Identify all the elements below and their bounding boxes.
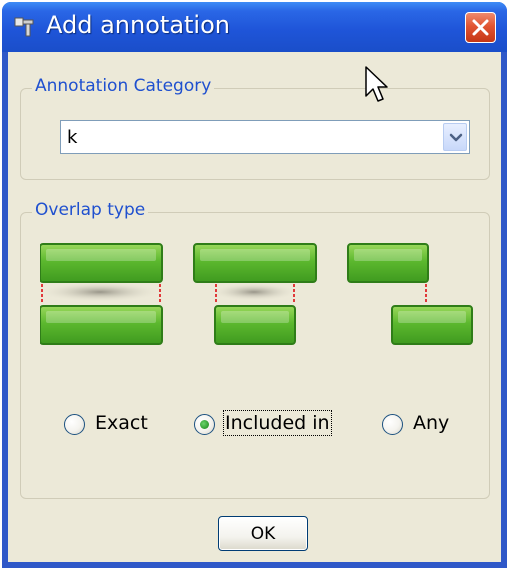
radio-label-any: Any — [413, 412, 450, 434]
included-in-overlap-illustration — [193, 243, 317, 345]
radio-circle-selected[interactable] — [194, 414, 215, 435]
dialog-title: Add annotation — [46, 11, 230, 39]
annotation-category-legend: Annotation Category — [32, 76, 215, 96]
dialog-body: Annotation Category k Overlap type Exact… — [8, 52, 501, 562]
title-bar[interactable]: Add annotation — [2, 2, 507, 52]
ok-button-label: OK — [250, 524, 276, 544]
dropdown-button[interactable] — [443, 123, 467, 151]
close-button[interactable] — [465, 12, 496, 43]
exact-overlap-illustration — [40, 243, 163, 345]
radio-label-included-in: Included in — [223, 410, 332, 436]
ok-button[interactable]: OK — [218, 516, 308, 551]
add-annotation-dialog: Add annotation Annotation Category k Ove… — [2, 2, 507, 568]
mouse-pointer-icon — [365, 66, 388, 102]
overlap-type-legend: Overlap type — [32, 200, 149, 220]
radio-exact[interactable]: Exact — [64, 412, 164, 438]
radio-label-exact: Exact — [95, 412, 148, 434]
annotation-category-select[interactable]: k — [60, 120, 470, 154]
annotation-category-value: k — [67, 127, 78, 148]
overlap-type-diagram — [40, 243, 473, 345]
radio-included-in[interactable]: Included in — [194, 410, 344, 438]
radio-circle[interactable] — [64, 414, 85, 435]
radio-selected-dot — [200, 420, 209, 429]
radio-circle[interactable] — [382, 414, 403, 435]
any-overlap-illustration — [347, 243, 473, 345]
annotation-pin-icon — [12, 14, 38, 38]
chevron-down-icon — [449, 133, 463, 142]
radio-any[interactable]: Any — [382, 412, 462, 438]
close-icon — [472, 19, 489, 36]
